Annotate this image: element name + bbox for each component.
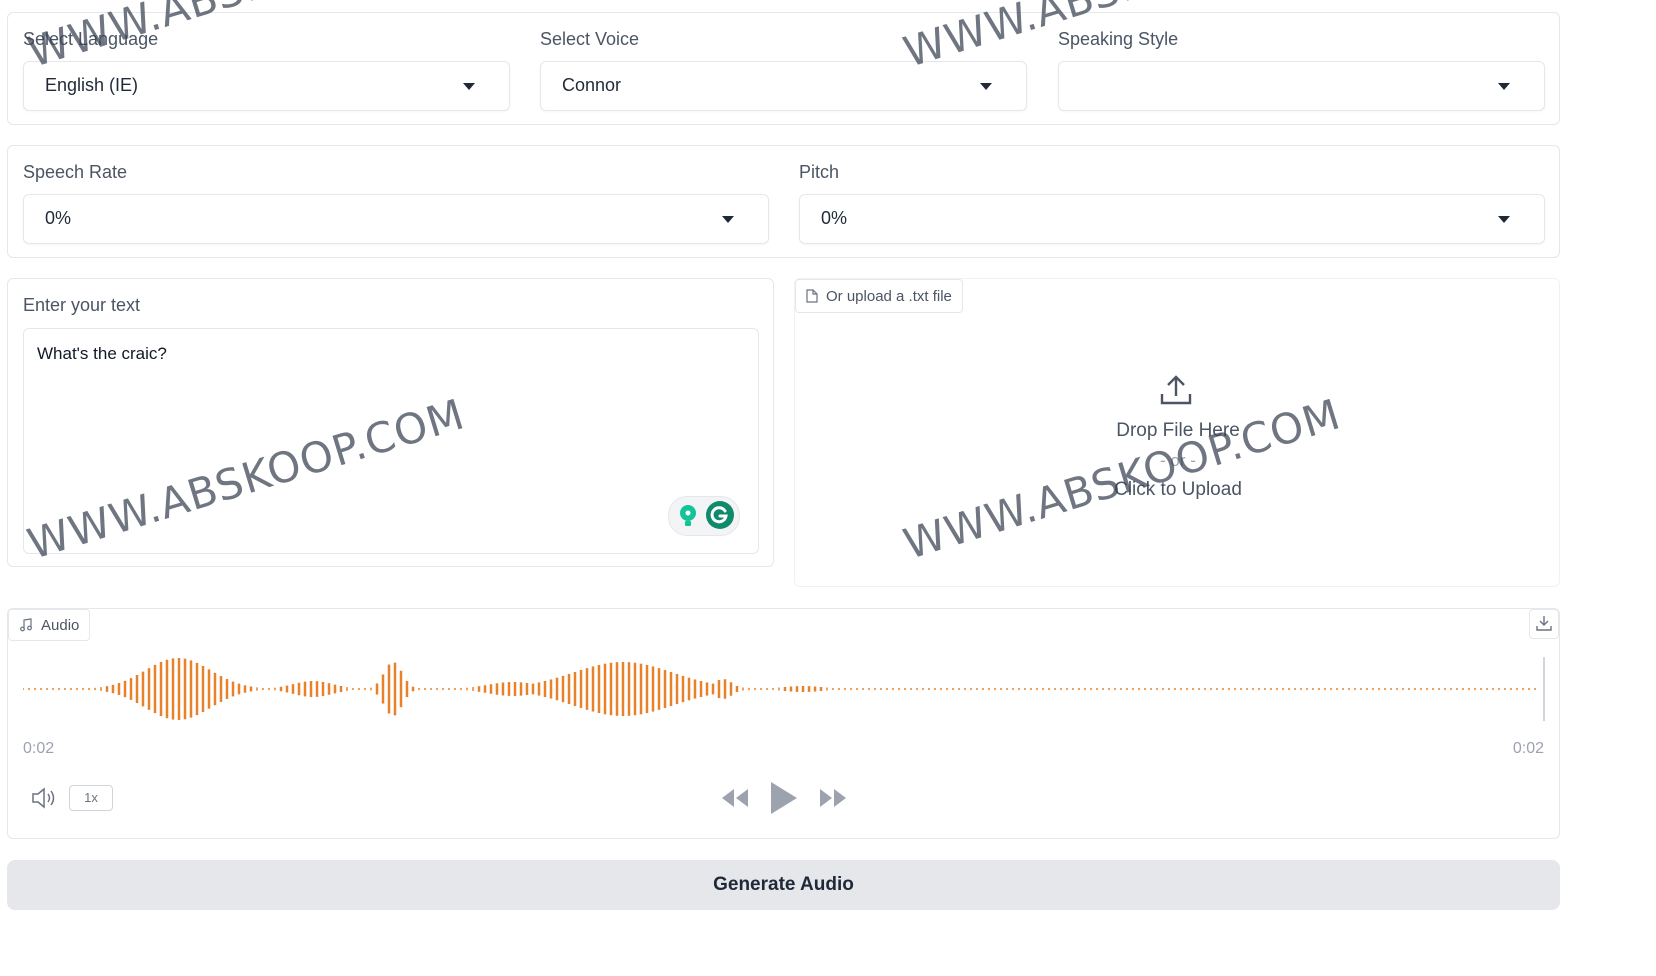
upload-panel[interactable]: Or upload a .txt file Drop File Here - o… <box>794 278 1560 587</box>
upload-tab: Or upload a .txt file <box>795 279 963 313</box>
grammarly-icon <box>706 501 734 529</box>
grammarly-widget[interactable] <box>668 496 740 536</box>
text-input-area[interactable]: What's the craic? <box>23 328 759 554</box>
chevron-down-icon <box>980 83 992 90</box>
text-input-label: Enter your text <box>23 295 141 315</box>
voice-settings-panel: Select Language English (IE) Select Voic… <box>7 12 1560 125</box>
upload-or-text: - or - <box>1160 451 1196 470</box>
text-input-value: What's the craic? <box>37 344 167 363</box>
audio-waveform[interactable] <box>23 649 1553 729</box>
voice-value: Connor <box>562 75 622 95</box>
music-note-icon <box>20 618 32 632</box>
click-to-upload-text[interactable]: Click to Upload <box>1078 479 1278 501</box>
chevron-down-icon <box>1498 83 1510 90</box>
chevron-down-icon <box>1498 216 1510 223</box>
generate-audio-button[interactable]: Generate Audio <box>7 860 1560 910</box>
rate-label: Speech Rate <box>23 162 128 182</box>
voice-label: Select Voice <box>540 29 640 49</box>
pitch-label: Pitch <box>799 162 840 182</box>
download-icon <box>1536 616 1552 631</box>
chevron-down-icon <box>463 83 475 90</box>
current-time: 0:02 <box>23 740 55 757</box>
upload-tab-label: Or upload a .txt file <box>826 287 952 305</box>
upload-icon <box>1160 375 1192 405</box>
pitch-select[interactable]: 0% <box>799 194 1545 244</box>
download-button[interactable] <box>1529 609 1559 639</box>
pitch-value: 0% <box>821 208 848 228</box>
style-select[interactable] <box>1058 61 1545 111</box>
text-input-panel: Enter your text What's the craic? <box>7 278 774 567</box>
file-icon <box>806 289 818 303</box>
play-icon[interactable] <box>769 780 799 816</box>
voice-select[interactable]: Connor <box>540 61 1027 111</box>
duration-time: 0:02 <box>1512 740 1544 757</box>
rate-select[interactable]: 0% <box>23 194 769 244</box>
drop-file-text: Drop File Here <box>1116 420 1240 441</box>
language-select[interactable]: English (IE) <box>23 61 510 111</box>
lightbulb-icon <box>680 505 696 526</box>
language-label: Select Language <box>23 29 159 49</box>
audio-tab-label: Audio <box>41 616 80 634</box>
volume-icon[interactable] <box>30 786 60 810</box>
chevron-down-icon <box>722 216 734 223</box>
playback-speed-label: 1x <box>84 790 98 805</box>
rewind-icon[interactable] <box>720 787 750 809</box>
prosody-panel: Speech Rate 0% Pitch 0% <box>7 145 1560 258</box>
fast-forward-icon[interactable] <box>818 787 848 809</box>
style-label: Speaking Style <box>1058 29 1179 49</box>
language-value: English (IE) <box>45 75 139 95</box>
rate-value: 0% <box>45 208 72 228</box>
playback-speed-button[interactable]: 1x <box>69 785 113 811</box>
audio-tab: Audio <box>8 609 91 641</box>
audio-panel: Audio 0:02 0:02 1x <box>7 608 1560 839</box>
